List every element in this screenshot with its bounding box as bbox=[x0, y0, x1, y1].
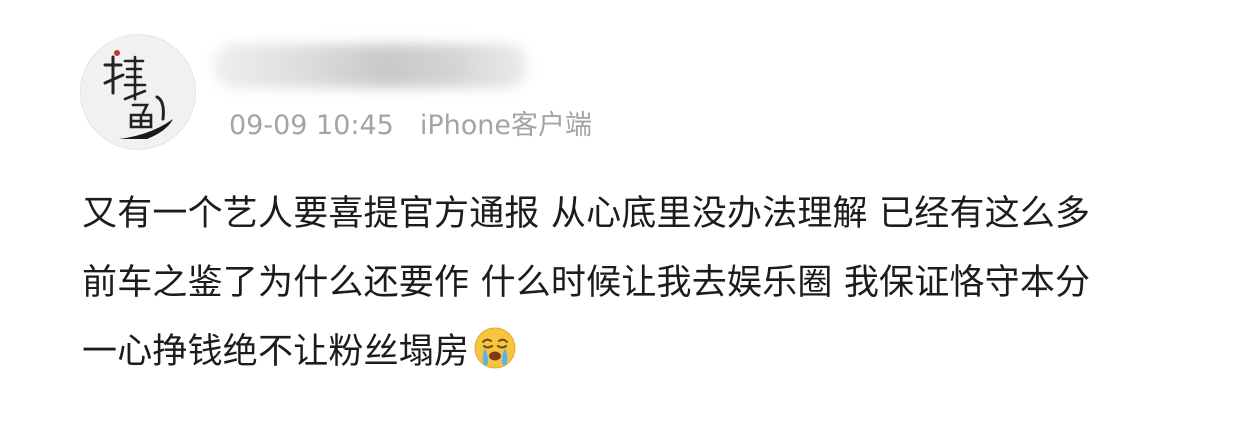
content-line: 一心挣钱绝不让粉丝塌房 bbox=[82, 318, 1222, 387]
content-line: 前车之鉴了为什么还要作 什么时候让我去娱乐圈 我保证恪守本分 bbox=[82, 263, 1091, 303]
avatar[interactable] bbox=[80, 34, 196, 150]
post-time: 09-09 10:45 bbox=[229, 110, 394, 141]
content-line: 又有一个艺人要喜提官方通报 从心底里没办法理解 已经有这么多 bbox=[82, 194, 1091, 234]
crying-face-emoji-icon bbox=[474, 327, 516, 369]
username-blurred[interactable] bbox=[213, 44, 528, 88]
calligraphy-avatar-icon bbox=[81, 35, 195, 149]
post-content: 又有一个艺人要喜提官方通报 从心底里没办法理解 已经有这么多 前车之鉴了为什么还… bbox=[82, 180, 1222, 387]
username-text bbox=[213, 44, 528, 88]
content-line-text: 一心挣钱绝不让粉丝塌房 bbox=[82, 332, 470, 372]
post-meta: 09-09 10:45 iPhone客户端 bbox=[229, 106, 592, 146]
post-source[interactable]: iPhone客户端 bbox=[420, 110, 592, 141]
